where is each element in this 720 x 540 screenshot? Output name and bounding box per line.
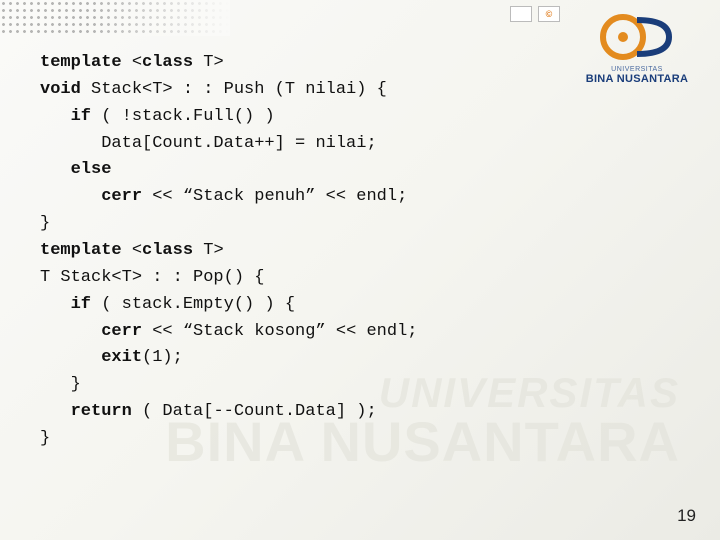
code-line-11: cerr << “Stack kosong” << endl; — [40, 322, 417, 341]
badge-copyright: © — [538, 6, 560, 22]
code-line-13: } — [40, 375, 81, 394]
code-line-10: if ( stack.Empty() ) { — [40, 295, 295, 314]
code-line-14: return ( Data[--Count.Data] ); — [40, 402, 377, 421]
code-line-9: T Stack<T> : : Pop() { — [40, 268, 264, 287]
code-line-8: template <class T> — [40, 241, 224, 260]
page-number: 19 — [677, 506, 696, 526]
code-line-3: if ( !stack.Full() ) — [40, 107, 275, 126]
code-line-2: void Stack<T> : : Push (T nilai) { — [40, 80, 387, 99]
logo: UNIVERSITAS BINA NUSANTARA — [572, 10, 702, 85]
logo-icon — [599, 10, 675, 64]
code-line-4: Data[Count.Data++] = nilai; — [40, 134, 377, 153]
code-line-12: exit(1); — [40, 348, 183, 367]
code-line-5: else — [40, 160, 111, 179]
logo-text: UNIVERSITAS BINA NUSANTARA — [572, 66, 702, 85]
code-block: template <class T> void Stack<T> : : Pus… — [40, 50, 417, 453]
logo-name-label: BINA NUSANTARA — [572, 73, 702, 85]
code-line-1: template <class T> — [40, 53, 224, 72]
corner-dots-fade — [0, 0, 230, 36]
code-line-7: } — [40, 214, 50, 233]
code-line-6: cerr << “Stack penuh” << endl; — [40, 187, 407, 206]
top-badges: © — [510, 6, 560, 22]
code-line-15: } — [40, 429, 50, 448]
logo-uni-label: UNIVERSITAS — [572, 66, 702, 73]
badge-blank — [510, 6, 532, 22]
